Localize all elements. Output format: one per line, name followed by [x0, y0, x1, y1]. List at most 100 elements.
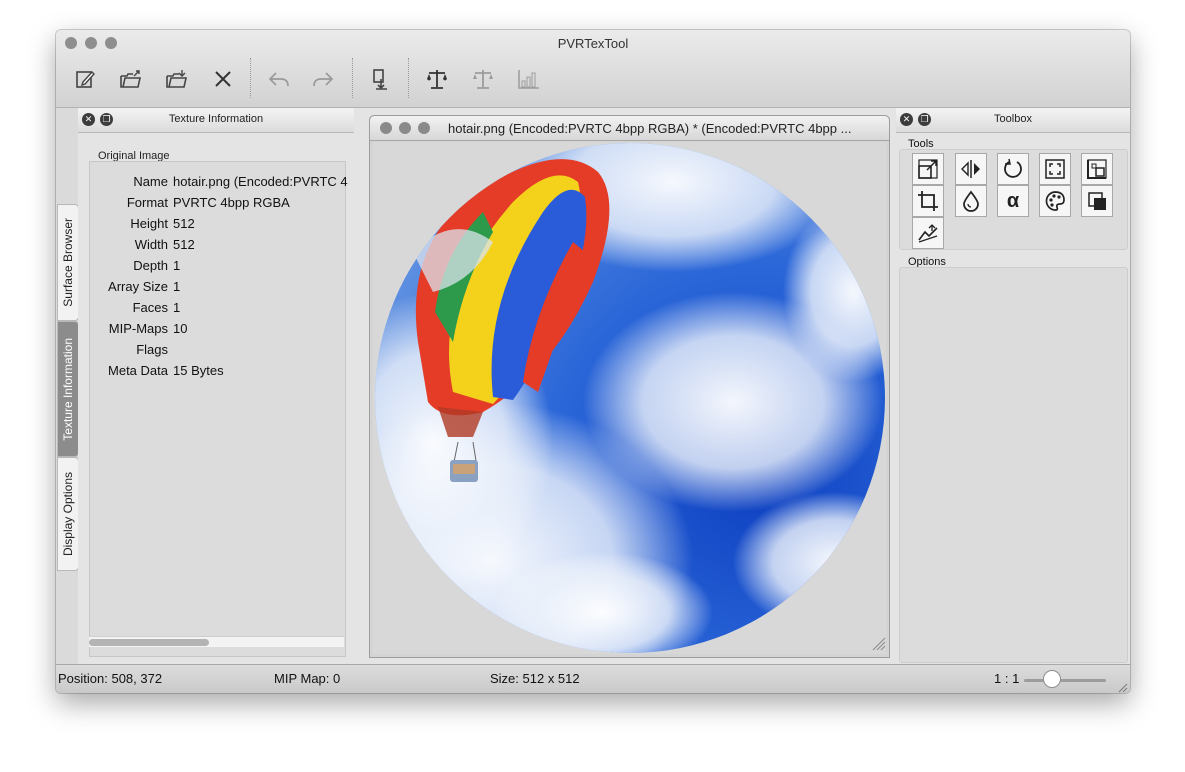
- doc-minimize-button[interactable]: [399, 122, 411, 134]
- border-tool-button[interactable]: [1039, 153, 1071, 185]
- info-row-array-size: Array Size 1: [90, 277, 350, 298]
- tab-label: Surface Browser: [61, 218, 75, 307]
- redo-button[interactable]: [308, 64, 338, 94]
- compare-icon: [427, 70, 447, 89]
- info-value: 512: [173, 237, 195, 252]
- alpha-icon: α: [1007, 190, 1020, 212]
- resize-grip-icon[interactable]: [872, 637, 886, 651]
- info-value: 10: [173, 321, 188, 336]
- open-button[interactable]: [116, 64, 146, 94]
- texture-preview-image: [375, 143, 886, 653]
- compare-disabled-icon: [473, 70, 493, 89]
- info-row-meta-data: Meta Data 15 Bytes: [90, 361, 350, 382]
- info-label: Format: [126, 195, 168, 210]
- open-icon: [120, 70, 141, 88]
- options-group: [899, 267, 1128, 663]
- tab-surface-browser[interactable]: Surface Browser: [57, 204, 79, 321]
- toolbar-separator: [408, 58, 409, 98]
- zoom-slider-track[interactable]: [1024, 679, 1106, 682]
- document-title: hotair.png (Encoded:PVRTC 4bpp RGBA) * (…: [448, 121, 852, 136]
- side-tab-bar: Surface Browser Texture Information Disp…: [56, 108, 79, 664]
- resize-icon: [918, 159, 938, 179]
- mipmap-level: MIP Map: 0: [274, 671, 341, 686]
- window-resize-grip-icon[interactable]: [1116, 681, 1128, 693]
- border-icon: [1045, 159, 1065, 179]
- undo-icon: [268, 72, 289, 87]
- premultiply-icon: [1088, 192, 1106, 210]
- crop-icon: [918, 191, 938, 211]
- info-label: Name: [133, 174, 168, 189]
- info-row-flags: Flags: [90, 340, 350, 361]
- normal-map-icon: [918, 224, 938, 243]
- zoom-slider-knob[interactable]: [1043, 670, 1061, 688]
- encode-icon: [373, 69, 387, 90]
- close-icon: [215, 71, 231, 87]
- panel-title: Toolbox: [994, 113, 1032, 125]
- scrollbar-thumb[interactable]: [89, 639, 209, 646]
- palette-tool-button[interactable]: [1039, 185, 1071, 217]
- encode-button[interactable]: [366, 64, 396, 94]
- image-size: Size: 512 x 512: [490, 671, 580, 686]
- normal-map-tool-button[interactable]: [912, 217, 944, 249]
- toolbar-separator: [352, 58, 353, 98]
- window-title: PVRTexTool: [557, 36, 629, 51]
- open-encoded-button[interactable]: [162, 64, 192, 94]
- info-row-mipmaps: MIP-Maps 10: [90, 319, 350, 340]
- premultiply-tool-button[interactable]: [1081, 185, 1113, 217]
- tab-label: Texture Information: [61, 337, 75, 441]
- flip-icon: [961, 160, 980, 178]
- cursor-position: Position: 508, 372: [58, 671, 163, 686]
- info-label: Faces: [132, 300, 168, 315]
- info-label: MIP-Maps: [108, 321, 168, 336]
- tab-label: Display Options: [61, 471, 75, 557]
- horizontal-scrollbar[interactable]: [89, 636, 344, 647]
- texture-document-window: hotair.png (Encoded:PVRTC 4bpp RGBA) * (…: [369, 115, 890, 658]
- mipmap-tool-button[interactable]: [1081, 153, 1113, 185]
- toolbox-panel: ✕ ❐ Toolbox Tools α Options: [896, 108, 1130, 664]
- texture-info-header: ✕ ❐ Texture Information: [78, 108, 354, 133]
- texture-canvas[interactable]: [373, 142, 886, 654]
- status-bar: Position: 508, 372 MIP Map: 0 Size: 512 …: [56, 664, 1130, 693]
- close-file-button[interactable]: [208, 64, 238, 94]
- info-value: 512: [173, 216, 195, 231]
- info-row-faces: Faces 1: [90, 298, 350, 319]
- doc-close-button[interactable]: [380, 122, 392, 134]
- doc-zoom-button[interactable]: [418, 122, 430, 134]
- info-label: Flags: [136, 342, 168, 357]
- tab-texture-information[interactable]: Texture Information: [57, 321, 79, 457]
- info-label: Depth: [133, 258, 168, 273]
- info-value: 1: [173, 258, 181, 273]
- info-label: Array Size: [108, 279, 168, 294]
- zoom-level: 1 : 1: [994, 671, 1020, 686]
- svg-text:α: α: [1007, 190, 1020, 212]
- info-value: 1: [173, 279, 181, 294]
- resize-tool-button[interactable]: [912, 153, 944, 185]
- alpha-tool-button[interactable]: α: [997, 185, 1029, 217]
- rotate-icon: [1004, 158, 1022, 178]
- title-toolbar: PVRTexTool: [56, 30, 1130, 108]
- new-icon: [76, 70, 95, 88]
- redo-icon: [313, 72, 334, 87]
- histogram-icon: [518, 70, 539, 89]
- original-image-group: Name hotair.png (Encoded:PVRTC 4 Format PV…: [89, 161, 348, 657]
- crop-tool-button[interactable]: [912, 185, 944, 217]
- histogram-button[interactable]: [514, 64, 544, 94]
- texture-information-panel: ✕ ❐ Texture Information Original Image N…: [78, 108, 354, 664]
- app-window: PVRTexTool Surface Browser Texture Infor…: [56, 30, 1130, 693]
- info-label: Meta Data: [108, 363, 168, 378]
- colour-tool-button[interactable]: [955, 185, 987, 217]
- tab-display-options[interactable]: Display Options: [57, 457, 79, 571]
- flip-tool-button[interactable]: [955, 153, 987, 185]
- compare-disabled-button[interactable]: [468, 64, 498, 94]
- rotate-tool-button[interactable]: [997, 153, 1029, 185]
- info-value: PVRTC 4bpp RGBA: [173, 195, 290, 210]
- compare-button[interactable]: [422, 64, 452, 94]
- toolbox-header: ✕ ❐ Toolbox: [896, 108, 1130, 133]
- document-titlebar: hotair.png (Encoded:PVRTC 4bpp RGBA) * (…: [370, 116, 889, 141]
- undo-button[interactable]: [264, 64, 294, 94]
- open-encoded-icon: [166, 70, 187, 88]
- info-row-width: Width 512: [90, 235, 350, 256]
- new-button[interactable]: [70, 64, 100, 94]
- palette-icon: [1045, 191, 1065, 211]
- panel-title: Texture Information: [168, 113, 264, 125]
